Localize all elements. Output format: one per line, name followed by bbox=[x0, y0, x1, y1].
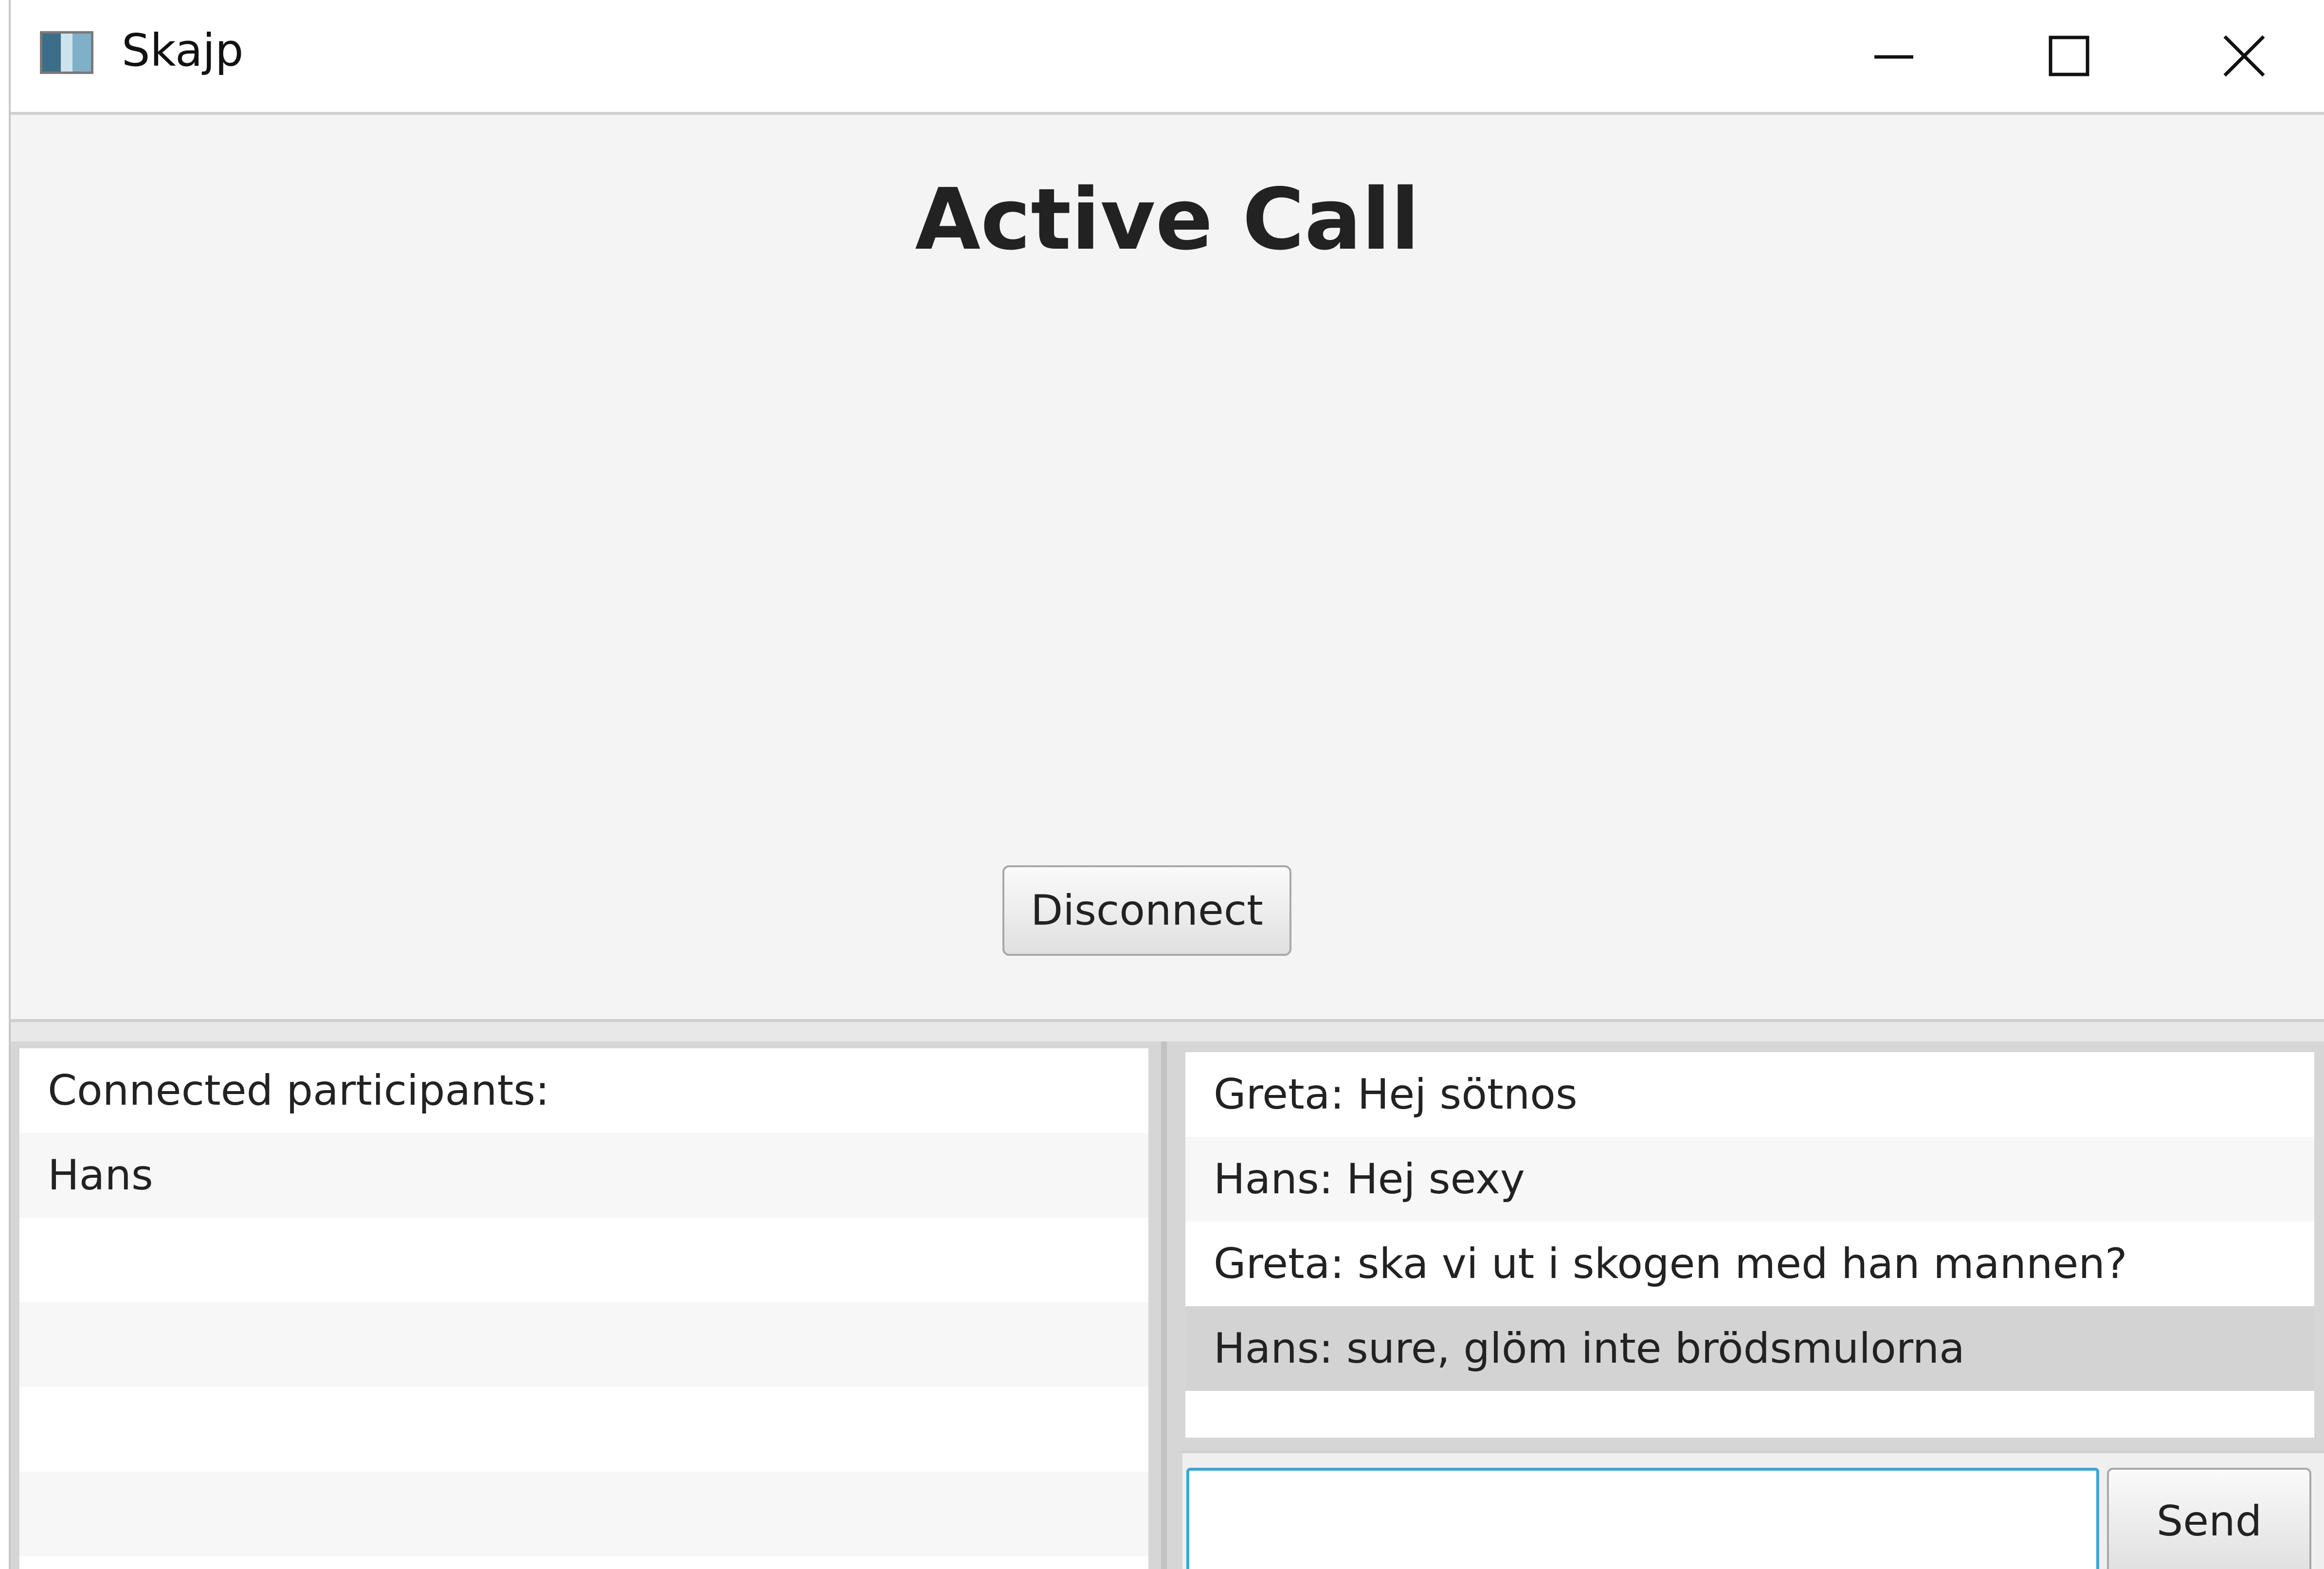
maximize-icon bbox=[2049, 36, 2089, 76]
participants-header: Connected participants: bbox=[48, 1066, 550, 1115]
close-icon bbox=[2223, 35, 2265, 77]
empty-list-row bbox=[1185, 1391, 2314, 1438]
app-window-icon bbox=[40, 31, 93, 74]
empty-list-row bbox=[19, 1218, 1148, 1302]
list-item-selected[interactable]: Hans: sure, glöm inte brödsmulorna bbox=[1185, 1306, 2314, 1391]
close-button[interactable] bbox=[2157, 0, 2324, 112]
minimize-icon bbox=[1874, 55, 1913, 59]
call-heading: Active Call bbox=[915, 170, 1420, 269]
maximize-button[interactable] bbox=[1981, 0, 2157, 112]
message-input[interactable] bbox=[1186, 1468, 2099, 1569]
empty-list-row bbox=[19, 1387, 1148, 1472]
list-item[interactable]: Greta: ska vi ut i skogen med han mannen… bbox=[1185, 1222, 2314, 1306]
list-item[interactable]: Hans bbox=[19, 1133, 1148, 1218]
divider-line bbox=[1161, 1041, 1167, 1569]
chat-input-area: Send bbox=[1182, 1450, 2324, 1569]
bottom-area: Connected participants: Hans Greta: Hej … bbox=[11, 1041, 2324, 1569]
empty-list-row bbox=[19, 1302, 1148, 1387]
empty-list-row bbox=[19, 1556, 1148, 1569]
chat-messages-list[interactable]: Greta: Hej sötnos Hans: Hej sexy Greta: … bbox=[1185, 1052, 2314, 1438]
minimize-button[interactable] bbox=[1806, 0, 1981, 112]
window-title: Skajp bbox=[122, 24, 244, 76]
list-item[interactable]: Hans: Hej sexy bbox=[1185, 1137, 2314, 1222]
list-item[interactable]: Greta: Hej sötnos bbox=[1185, 1052, 2314, 1137]
call-panel: Active Call Disconnect bbox=[11, 115, 2324, 1019]
split-pane-divider[interactable] bbox=[11, 1019, 2324, 1041]
empty-list-row bbox=[19, 1472, 1148, 1556]
vertical-split-divider[interactable] bbox=[1148, 1041, 1182, 1569]
app-window: Skajp Active Call Disconnect Connected p… bbox=[9, 0, 2324, 1569]
title-bar[interactable]: Skajp bbox=[11, 0, 2324, 115]
participants-list[interactable]: Connected participants: Hans bbox=[19, 1048, 1148, 1569]
disconnect-button[interactable]: Disconnect bbox=[1002, 865, 1291, 956]
send-button[interactable]: Send bbox=[2107, 1468, 2311, 1569]
